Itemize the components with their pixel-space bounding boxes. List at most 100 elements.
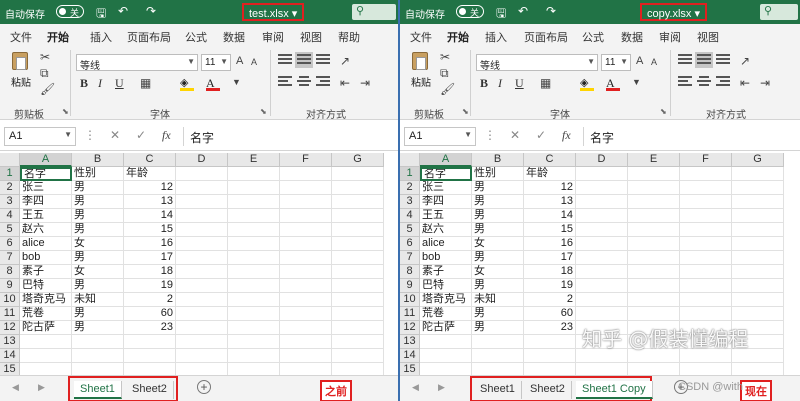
cell-b10[interactable]: 未知 [472, 293, 524, 307]
cell-g2[interactable] [332, 181, 384, 195]
outdent-icon[interactable]: ⇥ [760, 76, 770, 90]
spreadsheet-grid[interactable]: A B C D E F G 1 名字 性别 年龄 2 张三男 12 3 李四男 13 4 王五男 14 5 赵六男 15 6 a… [0, 153, 398, 377]
cell-b5[interactable]: 男 [72, 223, 124, 237]
undo-icon[interactable]: ↶ [118, 4, 128, 18]
font-size-dropdown[interactable]: 11 ▼ [601, 54, 631, 71]
cell-c11[interactable]: 60 [524, 307, 576, 321]
cell-f11[interactable] [280, 307, 332, 321]
underline-icon[interactable]: U [515, 76, 524, 91]
cell-a9[interactable]: 巴特 [20, 279, 72, 293]
cell-d2[interactable] [176, 181, 228, 195]
cell-d5[interactable] [576, 223, 628, 237]
cell-a8[interactable]: 素子 [20, 265, 72, 279]
cell-b6[interactable]: 女 [72, 237, 124, 251]
tab-view[interactable]: 视图 [300, 29, 322, 45]
cell-c5[interactable]: 15 [524, 223, 576, 237]
formula-input[interactable]: 名字 [583, 127, 796, 146]
cell-f10[interactable] [280, 293, 332, 307]
column-header-a[interactable]: A [20, 153, 72, 167]
cell-d11[interactable] [576, 307, 628, 321]
cell-d14[interactable] [176, 349, 228, 363]
cell-b4[interactable]: 男 [72, 209, 124, 223]
row-header-5[interactable]: 5 [0, 223, 20, 237]
row-header-5[interactable]: 5 [400, 223, 420, 237]
font-name-dropdown[interactable]: 等线 ▼ [76, 54, 198, 71]
cell-d12[interactable] [176, 321, 228, 335]
row-header-14[interactable]: 14 [400, 349, 420, 363]
row-header-10[interactable]: 10 [0, 293, 20, 307]
cell-f7[interactable] [280, 251, 332, 265]
row-header-12[interactable]: 12 [0, 321, 20, 335]
row-header-9[interactable]: 9 [0, 279, 20, 293]
cell-g4[interactable] [332, 209, 384, 223]
tab-view[interactable]: 视图 [697, 29, 719, 45]
cell-g12[interactable] [332, 321, 384, 335]
cell-e7[interactable] [228, 251, 280, 265]
cell-c2[interactable]: 12 [124, 181, 176, 195]
cell-g6[interactable] [732, 237, 784, 251]
cell-b13[interactable] [472, 335, 524, 349]
cell-f3[interactable] [680, 195, 732, 209]
tab-file[interactable]: 文件 [10, 29, 32, 45]
cell-g7[interactable] [332, 251, 384, 265]
cell-b7[interactable]: 男 [72, 251, 124, 265]
cell-a1[interactable]: 名字 [20, 167, 72, 181]
tab-data[interactable]: 数据 [223, 29, 245, 45]
cancel-icon[interactable]: ✕ [510, 128, 520, 142]
cell-b1[interactable]: 性别 [72, 167, 124, 181]
cell-f1[interactable] [680, 167, 732, 181]
orientation-icon[interactable]: ↗ [740, 54, 750, 68]
dialog-launcher-icon[interactable]: ⬊ [660, 107, 667, 116]
cell-f7[interactable] [680, 251, 732, 265]
name-box[interactable]: A1 ▼ [4, 127, 76, 146]
cell-a2[interactable]: 张三 [20, 181, 72, 195]
cell-e5[interactable] [228, 223, 280, 237]
cell-d6[interactable] [576, 237, 628, 251]
align-center-icon[interactable] [295, 74, 313, 90]
cell-d7[interactable] [176, 251, 228, 265]
tab-page-layout[interactable]: 页面布局 [524, 29, 568, 45]
cut-icon[interactable]: ✂ [40, 50, 50, 64]
fx-icon[interactable]: fx [162, 128, 171, 143]
row-header-9[interactable]: 9 [400, 279, 420, 293]
tab-data[interactable]: 数据 [621, 29, 643, 45]
align-top-icon[interactable] [276, 52, 294, 68]
cell-c14[interactable] [124, 349, 176, 363]
cell-d2[interactable] [576, 181, 628, 195]
tab-help[interactable]: 帮助 [338, 29, 360, 45]
column-header-a[interactable]: A [420, 153, 472, 167]
cell-c9[interactable]: 19 [524, 279, 576, 293]
row-header-6[interactable]: 6 [400, 237, 420, 251]
row-header-14[interactable]: 14 [0, 349, 20, 363]
outdent-icon[interactable]: ⇥ [360, 76, 370, 90]
cell-a14[interactable] [420, 349, 472, 363]
cell-d8[interactable] [576, 265, 628, 279]
cell-c3[interactable]: 13 [124, 195, 176, 209]
row-header-4[interactable]: 4 [0, 209, 20, 223]
cell-e6[interactable] [228, 237, 280, 251]
cell-f11[interactable] [680, 307, 732, 321]
cell-g4[interactable] [732, 209, 784, 223]
chevron-down-icon[interactable]: ▼ [232, 77, 241, 87]
fill-color-icon[interactable]: ◈ [580, 76, 594, 91]
cell-f14[interactable] [280, 349, 332, 363]
tab-review[interactable]: 审阅 [659, 29, 681, 45]
cell-c4[interactable]: 14 [124, 209, 176, 223]
cell-f10[interactable] [680, 293, 732, 307]
align-bottom-icon[interactable] [714, 52, 732, 68]
cell-d7[interactable] [576, 251, 628, 265]
align-center-icon[interactable] [695, 74, 713, 90]
dialog-launcher-icon[interactable]: ⬊ [260, 107, 267, 116]
cell-e7[interactable] [628, 251, 680, 265]
cell-f2[interactable] [280, 181, 332, 195]
cell-d6[interactable] [176, 237, 228, 251]
tab-insert[interactable]: 插入 [485, 29, 507, 45]
cell-c9[interactable]: 19 [124, 279, 176, 293]
row-header-11[interactable]: 11 [0, 307, 20, 321]
cell-d9[interactable] [176, 279, 228, 293]
align-left-icon[interactable] [676, 74, 694, 90]
align-bottom-icon[interactable] [314, 52, 332, 68]
cell-b9[interactable]: 男 [472, 279, 524, 293]
orientation-icon[interactable]: ↗ [340, 54, 350, 68]
redo-icon[interactable]: ↷ [546, 4, 556, 18]
